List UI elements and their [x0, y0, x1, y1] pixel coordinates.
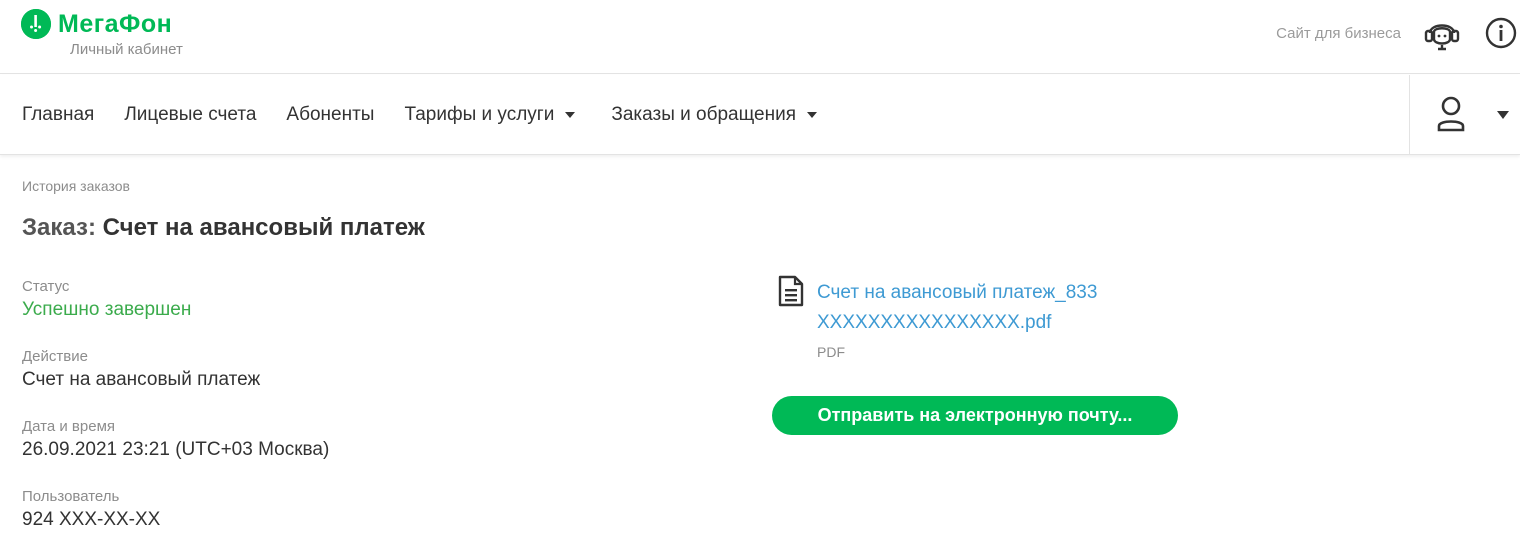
nav-item-subscribers[interactable]: Абоненты	[286, 104, 374, 126]
user-icon	[1437, 96, 1465, 132]
user-value: 924 XXX-XX-XX	[22, 509, 161, 530]
page-title-prefix: Заказ:	[22, 214, 96, 241]
page-title: Заказ: Счет на авансовый платеж	[22, 214, 425, 242]
top-header: МегаФон Личный кабинет Сайт для бизнеса	[0, 0, 1520, 74]
chevron-down-icon[interactable]	[1497, 111, 1509, 119]
info-icon[interactable]	[1485, 17, 1517, 49]
nav-menu: Главная Лицевые счета Абоненты Тарифы и …	[22, 75, 847, 155]
page-title-value: Счет на авансовый платеж	[102, 214, 425, 241]
brand-subtitle: Личный кабинет	[70, 41, 183, 58]
megafon-logo[interactable]: МегаФон	[21, 9, 172, 39]
nav-item-orders[interactable]: Заказы и обращения	[611, 104, 817, 126]
nav-item-home[interactable]: Главная	[22, 104, 94, 126]
business-site-link[interactable]: Сайт для бизнеса	[1276, 25, 1401, 42]
main-navigation: Главная Лицевые счета Абоненты Тарифы и …	[0, 75, 1520, 155]
logo-mark-svg	[21, 9, 51, 39]
nav-item-label: Тарифы и услуги	[404, 104, 555, 125]
status-label: Статус	[22, 278, 70, 295]
brand-name: МегаФон	[58, 9, 173, 38]
support-headset-icon[interactable]	[1422, 17, 1462, 51]
status-value: Успешно завершен	[22, 299, 192, 320]
datetime-label: Дата и время	[22, 418, 116, 435]
nav-item-label: Абоненты	[286, 104, 375, 125]
send-email-button[interactable]: Отправить на электронную почту...	[772, 396, 1178, 435]
document-download-link[interactable]: Счет на авансовый платеж_833 XXXXXXXXXXX…	[817, 278, 1197, 338]
action-label: Действие	[22, 348, 88, 365]
document-icon	[778, 275, 804, 307]
breadcrumb[interactable]: История заказов	[22, 178, 130, 194]
megafon-logo-icon	[21, 9, 51, 39]
document-type: PDF	[817, 344, 845, 360]
chevron-down-icon	[807, 112, 817, 118]
chevron-down-icon	[565, 112, 576, 118]
account-menu[interactable]	[1409, 75, 1520, 155]
user-label: Пользователь	[22, 488, 120, 505]
nav-item-label: Главная	[22, 104, 95, 125]
nav-item-accounts[interactable]: Лицевые счета	[124, 104, 256, 126]
datetime-value: 26.09.2021 23:21 (UTC+03 Москва)	[22, 439, 330, 460]
nav-item-label: Лицевые счета	[124, 104, 257, 125]
nav-item-label: Заказы и обращения	[611, 104, 796, 125]
action-value: Счет на авансовый платеж	[22, 369, 261, 390]
nav-item-tariffs[interactable]: Тарифы и услуги	[404, 104, 576, 126]
